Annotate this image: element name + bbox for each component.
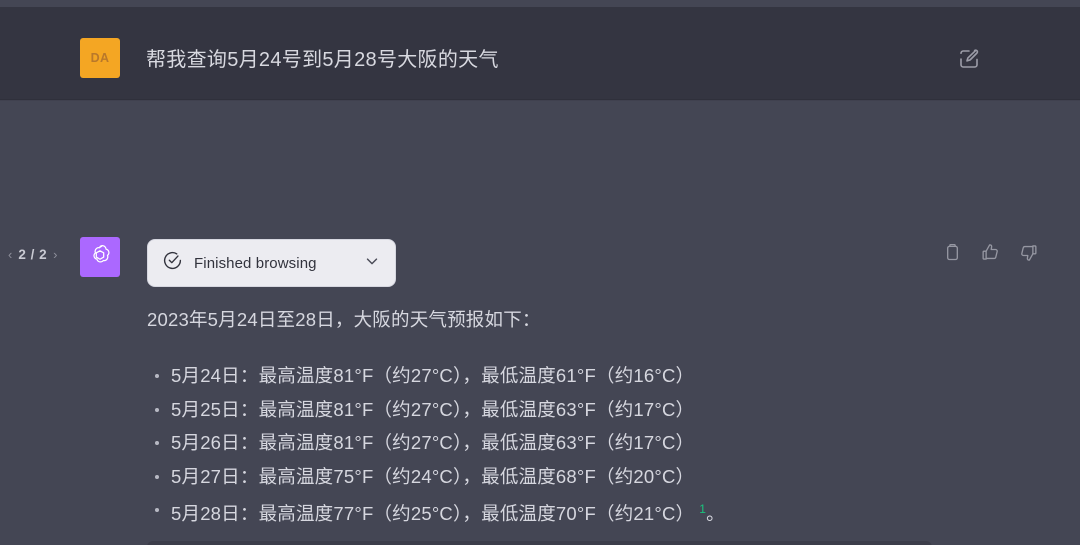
list-item: 5月27日：最高温度75°F（约24°C），最低温度68°F（约20°C）: [147, 460, 725, 494]
copy-icon[interactable]: [942, 242, 964, 264]
assistant-message-row: ‹ 2 / 2 › Finished browsing 2023年5月24日至2…: [0, 101, 1080, 545]
openai-logo-icon: [87, 242, 113, 273]
user-message-text: 帮我查询5月24号到5月28号大阪的天气: [146, 49, 499, 71]
forecast-line: 5月26日：最高温度81°F（约27°C），最低温度63°F（约17°C）: [171, 432, 695, 453]
thumbs-down-icon[interactable]: [1018, 242, 1040, 264]
list-item: 5月26日：最高温度81°F（约27°C），最低温度63°F（约17°C）: [147, 426, 725, 460]
list-item: 5月24日：最高温度81°F（约27°C），最低温度61°F（约16°C）: [147, 359, 725, 393]
user-message-row: DA 帮我查询5月24号到5月28号大阪的天气: [0, 7, 1080, 100]
next-response-button[interactable]: ›: [53, 248, 57, 261]
list-item: 5月28日：最高温度77°F（约25°C），最低温度70°F（约21°C） 1。: [147, 493, 725, 527]
list-item: 5月25日：最高温度81°F（约27°C），最低温度63°F（约17°C）: [147, 393, 725, 427]
finished-browsing-label: Finished browsing: [194, 254, 317, 272]
chat-conversation-view: DA 帮我查询5月24号到5月28号大阪的天气 ‹ 2 / 2 › Finish…: [0, 0, 1080, 545]
forecast-line: 5月28日：最高温度77°F（约25°C），最低温度70°F（约21°C）: [171, 503, 695, 525]
forecast-line: 5月24日：最高温度81°F（约27°C），最低温度61°F（约16°C）: [171, 365, 695, 386]
feedback-panel: Was this response better or worse? Bette…: [147, 541, 932, 545]
thumbs-up-icon[interactable]: [980, 242, 1002, 264]
check-circle-icon: [162, 250, 183, 276]
finished-browsing-toggle[interactable]: Finished browsing: [147, 239, 396, 287]
response-count: 2 / 2: [18, 247, 48, 262]
trailing-period: 。: [706, 503, 725, 525]
forecast-line: 5月25日：最高温度81°F（约27°C），最低温度63°F（约17°C）: [171, 398, 695, 420]
edit-square-icon[interactable]: [957, 47, 981, 71]
forecast-line: 5月27日：最高温度75°F（约24°C），最低温度68°F（约20°C）: [171, 465, 695, 487]
avatar-assistant: [80, 237, 120, 277]
chevron-down-icon[interactable]: [363, 252, 381, 275]
prev-response-button[interactable]: ‹: [8, 248, 12, 261]
top-strip: [0, 0, 1080, 7]
assistant-intro-text: 2023年5月24日至28日，大阪的天气预报如下：: [147, 309, 541, 330]
message-actions: [942, 242, 1040, 264]
response-pagination: ‹ 2 / 2 ›: [8, 247, 57, 262]
forecast-list: 5月24日：最高温度81°F（约27°C），最低温度61°F（约16°C） 5月…: [147, 359, 725, 527]
avatar-user: DA: [80, 38, 120, 78]
avatar-user-initials: DA: [90, 51, 110, 65]
